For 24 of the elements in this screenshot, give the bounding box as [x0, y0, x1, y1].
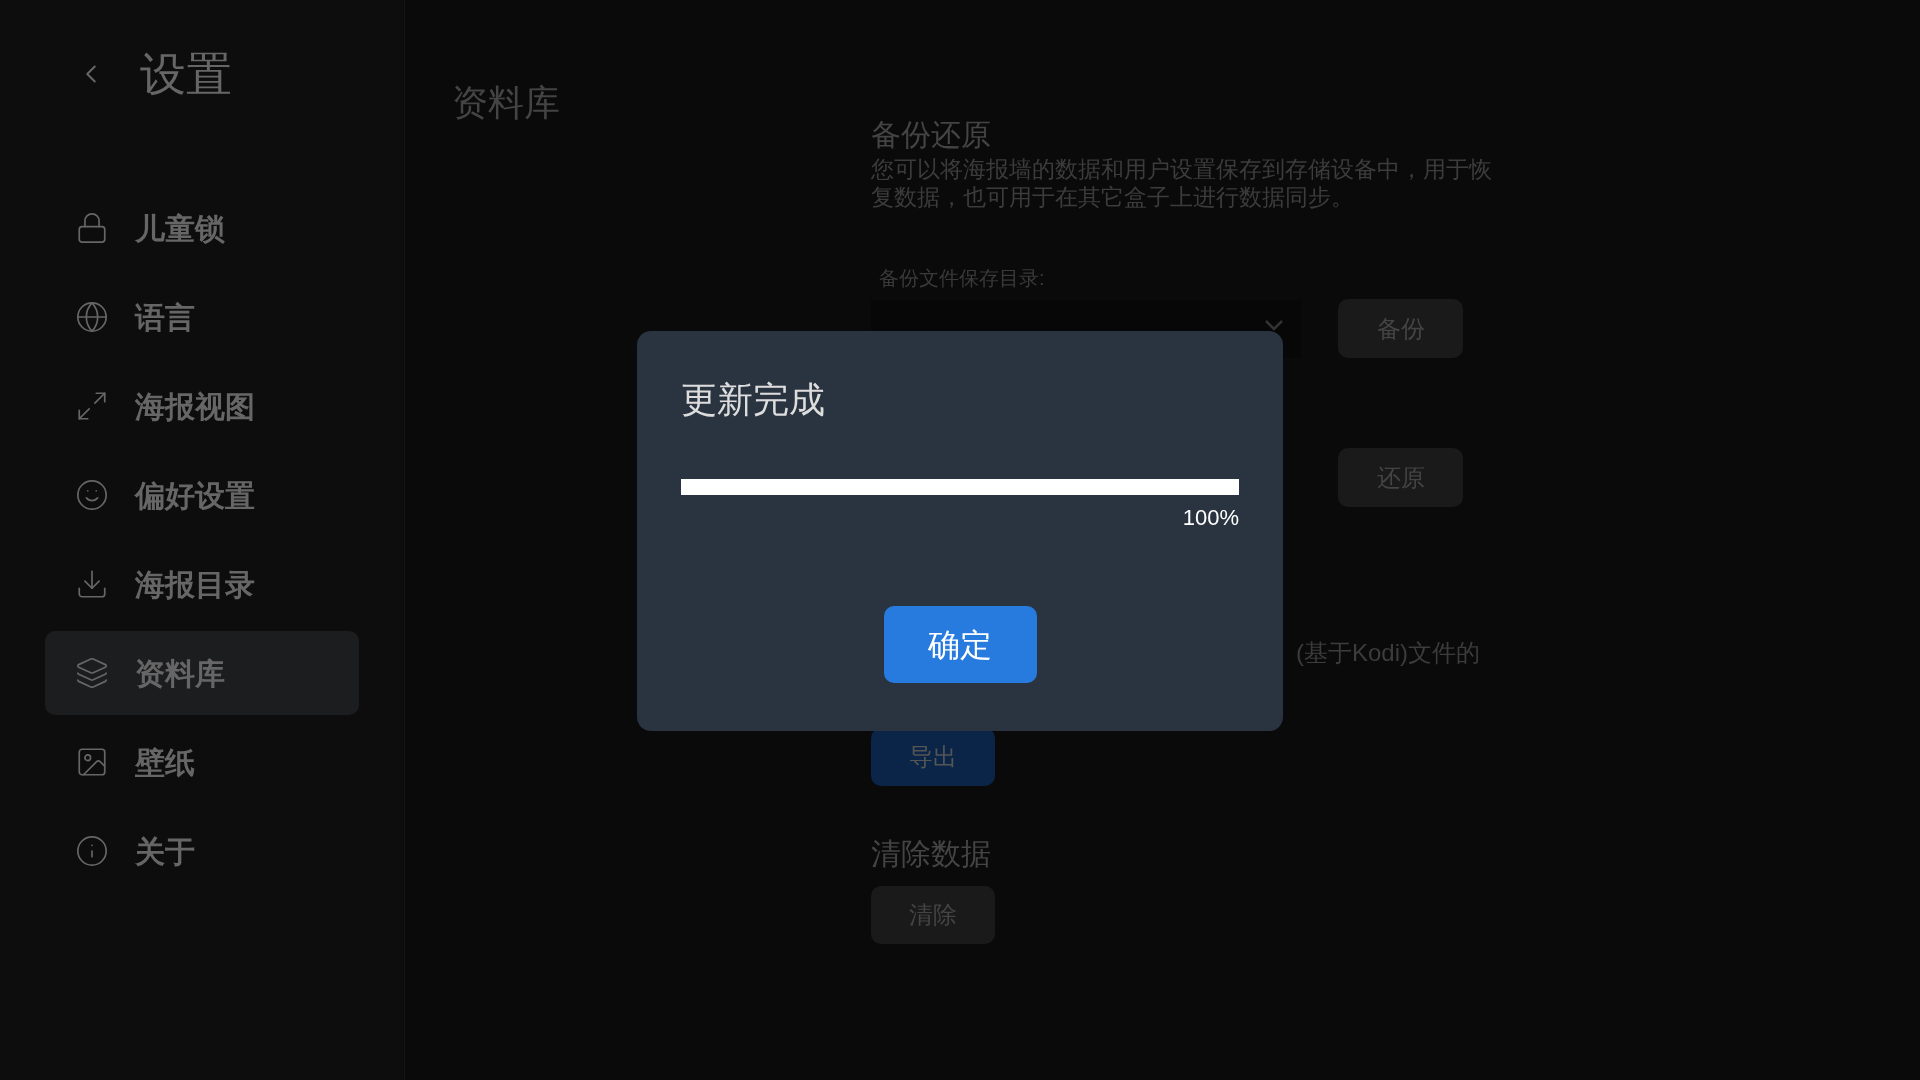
sidebar-title: 设置	[140, 46, 232, 102]
section-heading: 备份还原	[871, 117, 991, 153]
lock-icon	[75, 211, 109, 245]
page-title: 资料库	[452, 82, 560, 123]
export-button[interactable]: 导出	[871, 728, 995, 786]
sidebar-item[interactable]: 偏好设置	[45, 453, 359, 537]
section-heading: 清除数据	[871, 836, 991, 872]
sidebar-item[interactable]: 海报视图	[45, 364, 359, 448]
expand-icon	[75, 389, 109, 423]
sidebar-item[interactable]: 关于	[45, 809, 359, 893]
chevron-down-icon	[1265, 319, 1283, 331]
smiley-icon	[75, 478, 109, 512]
dialog-title: 更新完成	[681, 378, 825, 422]
progress-reading: 100%	[1182, 504, 1239, 532]
sidebar-item[interactable]: 儿童锁	[45, 186, 359, 270]
sidebar-item[interactable]: 海报目录	[45, 542, 359, 626]
sidebar-item[interactable]: 语言	[45, 275, 359, 359]
confirm-button[interactable]: 确定	[883, 606, 1037, 683]
info-icon	[75, 834, 109, 868]
sidebar-item[interactable]: 资料库	[45, 631, 359, 715]
image-icon	[75, 745, 109, 779]
globe-icon	[75, 300, 109, 334]
layers-icon	[75, 656, 109, 690]
sidebar-item[interactable]: 壁纸	[45, 720, 359, 804]
